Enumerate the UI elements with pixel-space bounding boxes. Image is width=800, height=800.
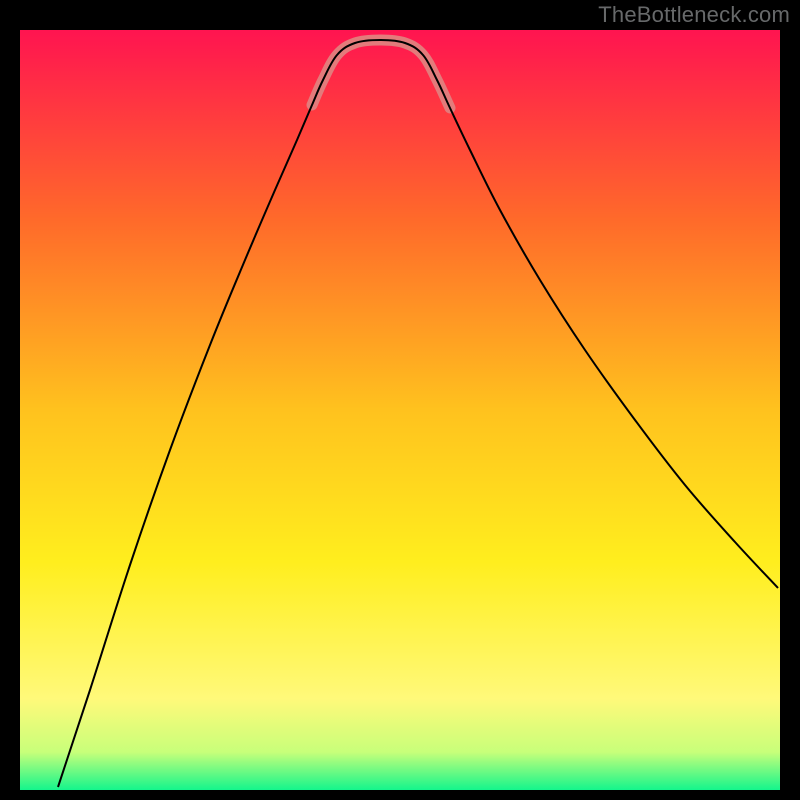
- chart-frame: { "watermark": "TheBottleneck.com", "cha…: [0, 0, 800, 800]
- gradient-background: [20, 30, 780, 790]
- watermark-text: TheBottleneck.com: [598, 2, 790, 28]
- bottleneck-chart: [0, 0, 800, 800]
